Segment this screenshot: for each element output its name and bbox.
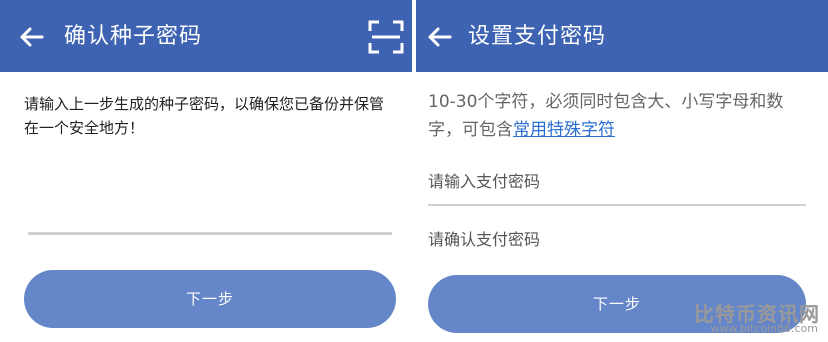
- pay-password-placeholder: 请输入支付密码: [428, 172, 541, 191]
- confirm-seed-screen: 确认种子密码 请输入上一步生成的种子密码，以确保您已备份并保管在一个安全地方！ …: [0, 0, 412, 342]
- set-pay-password-screen: 设置支付密码 10-30个字符，必须同时包含大、小写字母和数字，可包含常用特殊字…: [416, 0, 828, 342]
- confirm-pay-password-field[interactable]: 请确认支付密码: [428, 218, 806, 264]
- password-requirements: 10-30个字符，必须同时包含大、小写字母和数字，可包含常用特殊字符: [428, 88, 808, 144]
- watermark-url: www.bitcoin86.com: [710, 322, 818, 335]
- seed-instructions: 请输入上一步生成的种子密码，以确保您已备份并保管在一个安全地方！: [24, 95, 385, 137]
- page-title: 设置支付密码: [468, 24, 607, 49]
- scan-icon[interactable]: [368, 20, 404, 54]
- arrow-left-icon[interactable]: [426, 24, 452, 50]
- arrow-left-icon[interactable]: [18, 24, 44, 50]
- app-header: 设置支付密码: [416, 0, 828, 72]
- app-header: 确认种子密码: [0, 0, 412, 72]
- pay-password-field[interactable]: 请输入支付密码: [428, 160, 806, 206]
- next-button[interactable]: 下一步: [24, 270, 396, 328]
- page-title: 确认种子密码: [64, 24, 203, 49]
- watermark: 比特币资讯网 www.bitcoin86.com: [680, 298, 820, 340]
- seed-password-input[interactable]: [28, 232, 392, 235]
- field-underline: [428, 204, 806, 206]
- special-characters-link[interactable]: 常用特殊字符: [513, 120, 615, 140]
- confirm-pay-password-placeholder: 请确认支付密码: [428, 230, 541, 249]
